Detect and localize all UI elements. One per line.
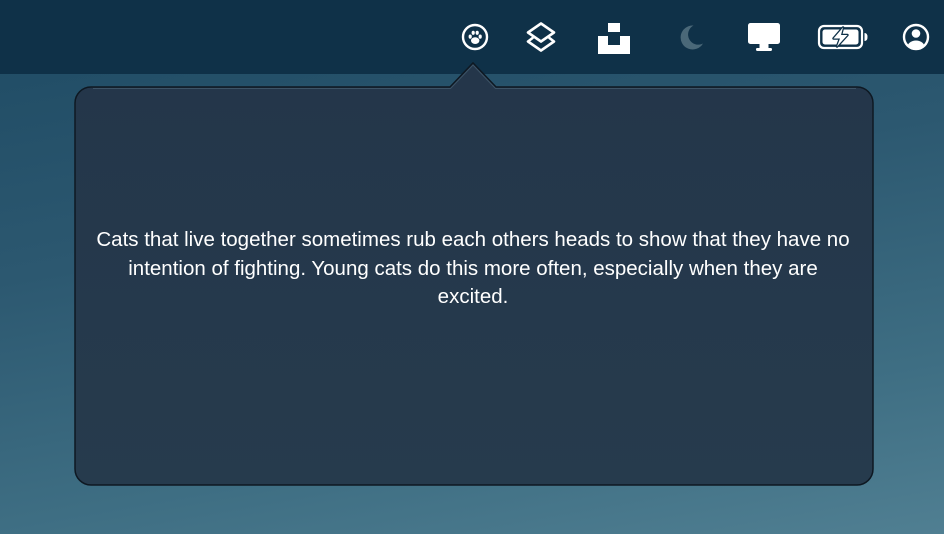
unsplash-icon[interactable] [594, 17, 634, 57]
menu-bar [0, 0, 944, 74]
cat-fact-text: Cats that live together sometimes rub ea… [96, 228, 850, 308]
shortcuts-icon[interactable] [521, 17, 561, 57]
user-account-icon[interactable] [896, 17, 936, 57]
battery-charging-icon[interactable] [817, 17, 869, 57]
moon-icon[interactable] [670, 17, 710, 57]
info-popover: Cats that live together sometimes rub ea… [0, 0, 944, 534]
popover-panel [74, 61, 874, 486]
paw-icon[interactable] [455, 17, 495, 57]
display-icon[interactable] [744, 17, 784, 57]
